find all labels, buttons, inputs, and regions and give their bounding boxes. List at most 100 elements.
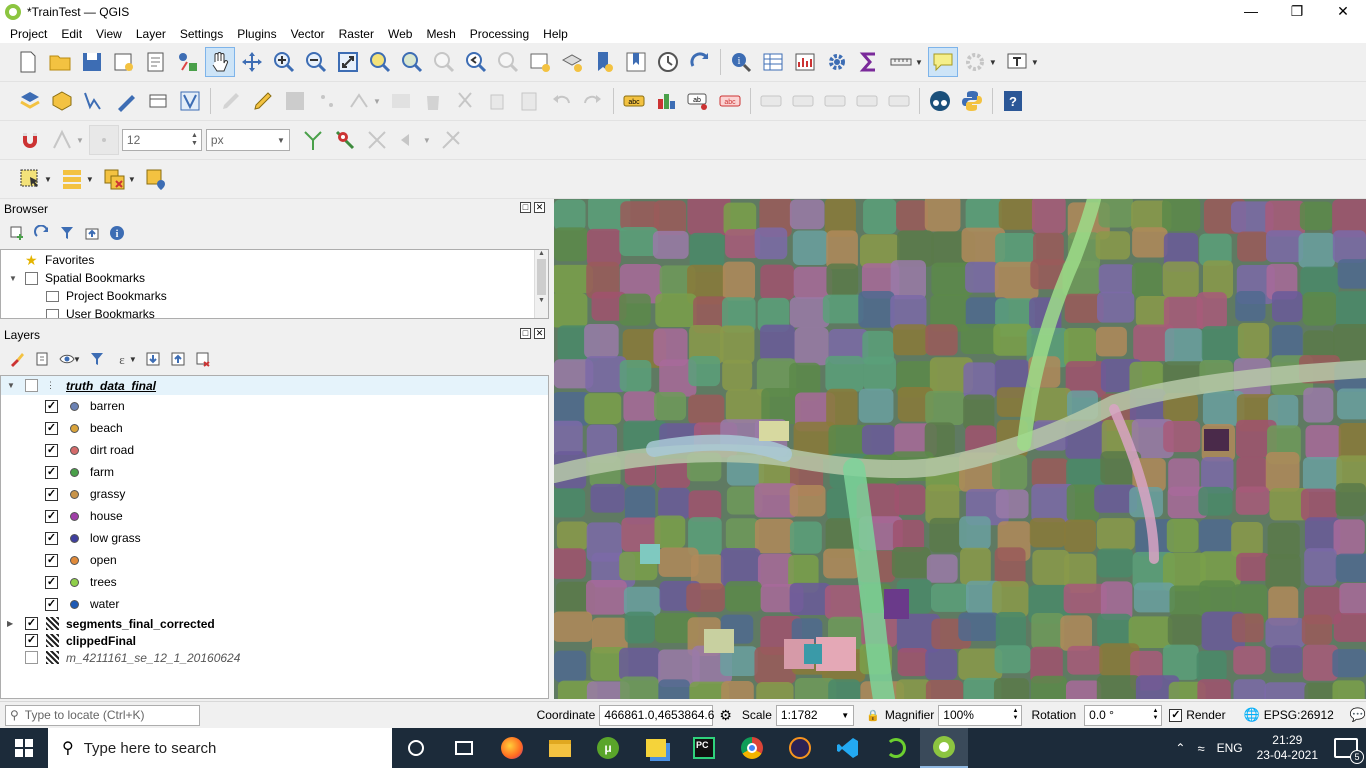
map-canvas[interactable] [554, 199, 1366, 699]
minimize-button[interactable]: — [1228, 0, 1274, 22]
change-label-icon[interactable] [852, 86, 882, 116]
topological-editing-icon[interactable] [298, 125, 328, 155]
properties-info-icon[interactable]: i [104, 222, 129, 244]
new-map-view-icon[interactable] [525, 47, 555, 77]
float-panel-icon[interactable]: □ [520, 328, 531, 339]
processing-gear-icon[interactable] [960, 47, 990, 77]
rotation-spinbox[interactable]: 0.0 ° ▲ ▼ [1084, 704, 1163, 726]
class-visibility-checkbox[interactable]: ✓ [45, 421, 58, 435]
expand-arrow-icon[interactable]: ▶ [7, 619, 25, 628]
collapse-all-layers-icon[interactable] [166, 348, 191, 370]
save-layer-edits-icon[interactable] [280, 86, 310, 116]
menu-project[interactable]: Project [3, 27, 54, 41]
menu-settings[interactable]: Settings [173, 27, 230, 41]
open-attribute-table-icon[interactable] [758, 47, 788, 77]
filter-browser-icon[interactable] [54, 222, 79, 244]
qgis-taskbar-icon[interactable] [920, 728, 968, 768]
cortana-icon[interactable] [392, 728, 440, 768]
close-panel-icon[interactable]: ✕ [534, 202, 545, 213]
layer-visibility-checkbox[interactable]: ✓ [25, 634, 38, 647]
redo-icon[interactable] [578, 86, 608, 116]
cut-features-icon[interactable] [450, 86, 480, 116]
legend-class[interactable]: ✓ house [1, 505, 548, 527]
magnifier-spinbox[interactable]: 100% ▲ ▼ [938, 704, 1023, 726]
show-bookmarks-icon[interactable] [621, 47, 651, 77]
zoom-next-icon[interactable] [493, 47, 523, 77]
undo-icon[interactable] [546, 86, 576, 116]
menu-view[interactable]: View [89, 27, 129, 41]
float-panel-icon[interactable]: □ [520, 202, 531, 213]
expand-arrow-icon[interactable]: ▼ [9, 274, 25, 283]
menu-layer[interactable]: Layer [129, 27, 173, 41]
zoom-out-icon[interactable] [301, 47, 331, 77]
class-visibility-checkbox[interactable]: ✓ [45, 443, 58, 457]
map-tips-icon[interactable] [927, 47, 958, 77]
zoom-to-selection-icon[interactable] [365, 47, 395, 77]
browser-item-user-bookmarks[interactable]: User Bookmarks [1, 305, 548, 318]
tracing-icon[interactable] [394, 125, 424, 155]
eclipse-icon[interactable] [776, 728, 824, 768]
render-checkbox[interactable]: ✓ [1169, 708, 1183, 722]
current-edits-icon[interactable] [216, 86, 246, 116]
snapping-tolerance-input[interactable]: 12 ▲ ▼ [121, 129, 202, 151]
show-hide-labels-icon[interactable] [788, 86, 818, 116]
layer-group-truth-data[interactable]: ▼ ⋮ truth_data_final [1, 376, 548, 395]
save-project-icon[interactable] [77, 47, 107, 77]
collapse-all-icon[interactable] [79, 222, 104, 244]
menu-mesh[interactable]: Mesh [419, 27, 462, 41]
new-print-layout-icon[interactable] [109, 47, 139, 77]
toggle-editing-icon[interactable] [248, 86, 278, 116]
new-virtual-layer-icon[interactable] [175, 86, 205, 116]
snapping-on-intersection-icon[interactable] [330, 125, 360, 155]
crs-label[interactable]: EPSG:26912 [1264, 708, 1334, 722]
select-by-location-icon[interactable] [141, 164, 171, 194]
expand-all-icon[interactable] [141, 348, 166, 370]
class-visibility-checkbox[interactable]: ✓ [45, 487, 58, 501]
identify-features-icon[interactable]: i [726, 47, 756, 77]
legend-class[interactable]: ✓ barren [1, 395, 548, 417]
remove-layer-icon[interactable] [191, 348, 216, 370]
advanced-digitizing-icon[interactable] [436, 125, 466, 155]
pin-labels-icon[interactable]: ab [683, 86, 713, 116]
data-source-manager-icon[interactable] [15, 86, 45, 116]
legend-class[interactable]: ✓ open [1, 549, 548, 571]
snapping-unit-select[interactable]: px ▼ [205, 129, 290, 151]
windows-start-icon[interactable] [0, 728, 48, 768]
new-shapefile-layer-icon[interactable] [79, 86, 109, 116]
legend-class[interactable]: ✓ low grass [1, 527, 548, 549]
sticky-notes-icon[interactable] [632, 728, 680, 768]
temporal-controller-icon[interactable] [653, 47, 683, 77]
collapse-arrow-icon[interactable]: ▼ [7, 381, 25, 390]
modify-attributes-icon[interactable] [386, 86, 416, 116]
task-view-icon[interactable] [440, 728, 488, 768]
new-geopackage-layer-icon[interactable] [47, 86, 77, 116]
copy-features-icon[interactable] [482, 86, 512, 116]
utorrent-icon[interactable]: μ [584, 728, 632, 768]
snapping-mode-icon[interactable] [47, 125, 77, 155]
pycharm-icon[interactable]: PC [680, 728, 728, 768]
taskbar-search-box[interactable]: ⚲ Type here to search [48, 728, 392, 768]
layout-manager-icon[interactable] [141, 47, 171, 77]
file-explorer-icon[interactable] [536, 728, 584, 768]
delete-selected-icon[interactable] [418, 86, 448, 116]
diagram-options-icon[interactable] [651, 86, 681, 116]
refresh-icon[interactable] [685, 47, 715, 77]
wifi-icon[interactable]: ≈ [1197, 741, 1204, 756]
enable-snapping-magnet-icon[interactable] [15, 125, 45, 155]
menu-edit[interactable]: Edit [54, 27, 89, 41]
new-temporary-layer-icon[interactable] [143, 86, 173, 116]
menu-help[interactable]: Help [536, 27, 575, 41]
pan-to-selection-icon[interactable] [237, 47, 267, 77]
legend-class[interactable]: ✓ farm [1, 461, 548, 483]
class-visibility-checkbox[interactable]: ✓ [45, 575, 58, 589]
legend-class[interactable]: ✓ beach [1, 417, 548, 439]
messages-icon[interactable]: 💬 [1350, 707, 1366, 723]
new-project-icon[interactable] [13, 47, 43, 77]
menu-raster[interactable]: Raster [332, 27, 381, 41]
new-bookmark-icon[interactable] [589, 47, 619, 77]
filter-legend-icon[interactable] [85, 348, 110, 370]
help-icon[interactable]: ? [998, 86, 1028, 116]
toggle-extents-icon[interactable]: ⚙ [719, 707, 732, 724]
deselect-features-icon[interactable] [99, 164, 129, 194]
locator-search-input[interactable]: ⚲ Type to locate (Ctrl+K) [5, 704, 200, 726]
